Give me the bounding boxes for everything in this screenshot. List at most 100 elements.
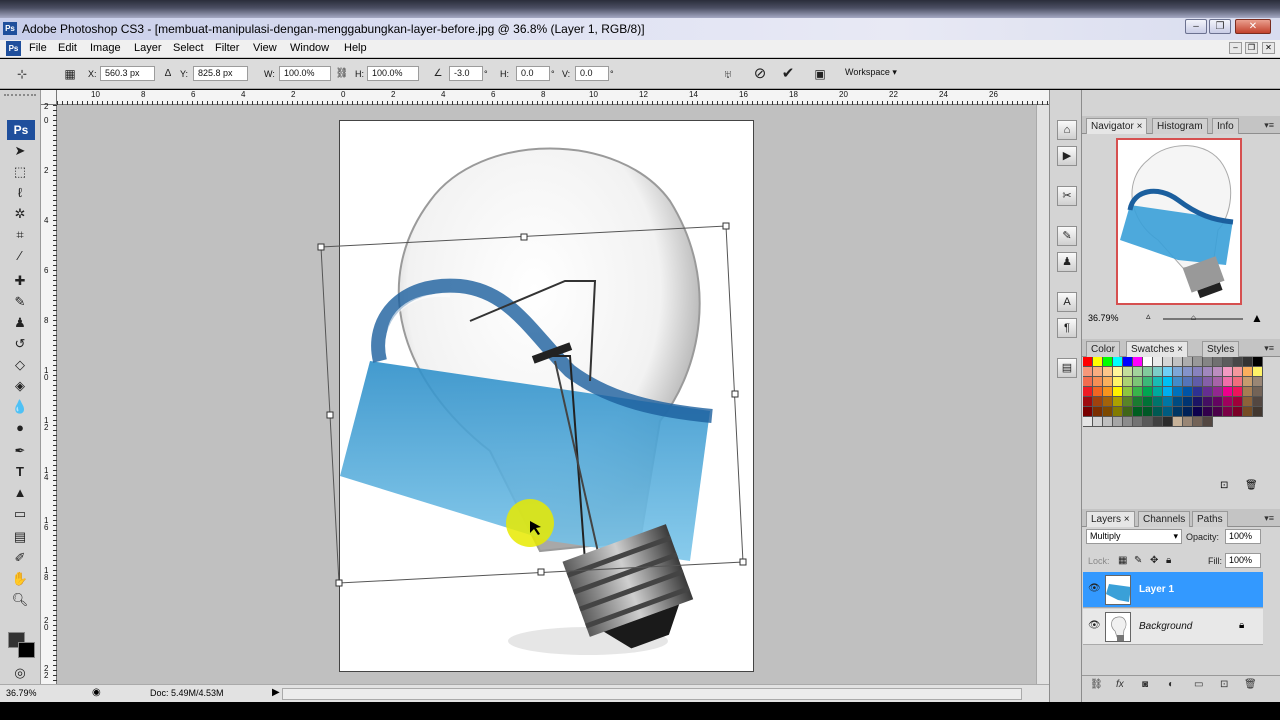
- color-swatch[interactable]: [1093, 417, 1103, 427]
- color-swatch[interactable]: [1083, 357, 1093, 367]
- color-swatch[interactable]: [1193, 417, 1203, 427]
- layer-name[interactable]: Background: [1139, 621, 1192, 632]
- color-swatch[interactable]: [1153, 367, 1163, 377]
- color-swatch[interactable]: [1133, 397, 1143, 407]
- color-swatch[interactable]: [1093, 367, 1103, 377]
- color-swatch[interactable]: [1233, 357, 1243, 367]
- color-swatch[interactable]: [1203, 407, 1213, 417]
- color-swatch[interactable]: [1203, 377, 1213, 387]
- color-swatch[interactable]: [1223, 367, 1233, 377]
- color-swatch[interactable]: [1123, 407, 1133, 417]
- color-swatch[interactable]: [1153, 357, 1163, 367]
- color-swatch[interactable]: [1113, 377, 1123, 387]
- color-swatch[interactable]: [1203, 397, 1213, 407]
- color-swatch[interactable]: [1153, 397, 1163, 407]
- layer-style-icon[interactable]: fx: [1116, 679, 1124, 690]
- lock-transparency-icon[interactable]: ▦: [1118, 555, 1127, 566]
- color-swatch[interactable]: [1103, 357, 1113, 367]
- transform-handle[interactable]: [317, 243, 325, 251]
- color-swatch[interactable]: [1163, 377, 1173, 387]
- color-swatch[interactable]: [1253, 407, 1263, 417]
- transform-handle[interactable]: [722, 222, 730, 230]
- color-swatch[interactable]: [1253, 397, 1263, 407]
- navigator-zoom-value[interactable]: 36.79%: [1088, 313, 1119, 323]
- color-swatch[interactable]: [1093, 357, 1103, 367]
- color-swatch[interactable]: [1163, 417, 1173, 427]
- transform-handle[interactable]: [520, 233, 528, 241]
- color-swatch[interactable]: [1253, 377, 1263, 387]
- color-swatch[interactable]: [1183, 397, 1193, 407]
- color-swatch[interactable]: [1173, 397, 1183, 407]
- zoom-slider-thumb[interactable]: ⌂: [1191, 313, 1196, 322]
- color-swatch[interactable]: [1103, 387, 1113, 397]
- vertical-scrollbar[interactable]: [1036, 105, 1049, 684]
- color-swatch[interactable]: [1083, 397, 1093, 407]
- color-swatch[interactable]: [1183, 417, 1193, 427]
- delete-swatch-icon[interactable]: 🗑︎: [1245, 480, 1258, 491]
- color-swatch[interactable]: [1213, 367, 1223, 377]
- lock-position-icon[interactable]: ✥: [1150, 555, 1158, 566]
- color-swatch[interactable]: [1083, 407, 1093, 417]
- color-swatch[interactable]: [1173, 387, 1183, 397]
- visibility-eye-icon[interactable]: 👁︎: [1088, 621, 1102, 631]
- transform-handle[interactable]: [335, 579, 343, 587]
- color-swatch[interactable]: [1243, 357, 1253, 367]
- color-swatch[interactable]: [1133, 387, 1143, 397]
- layer-row-background[interactable]: 👁︎ Background 🔒︎: [1083, 609, 1263, 645]
- color-swatch[interactable]: [1243, 397, 1253, 407]
- link-layers-icon[interactable]: ⛓: [1090, 679, 1103, 690]
- color-swatch[interactable]: [1193, 357, 1203, 367]
- color-swatch[interactable]: [1243, 407, 1253, 417]
- zoom-level-field[interactable]: 36.79%: [6, 688, 86, 700]
- color-swatch[interactable]: [1143, 367, 1153, 377]
- color-swatch[interactable]: [1103, 417, 1113, 427]
- color-swatch[interactable]: [1223, 407, 1233, 417]
- color-swatch[interactable]: [1103, 367, 1113, 377]
- color-swatch[interactable]: [1113, 397, 1123, 407]
- color-swatch[interactable]: [1233, 397, 1243, 407]
- color-swatch[interactable]: [1103, 397, 1113, 407]
- color-swatch[interactable]: [1153, 407, 1163, 417]
- panel-menu-icon[interactable]: ▾≡: [1264, 343, 1274, 354]
- tab-histogram[interactable]: Histogram: [1152, 118, 1208, 134]
- color-swatch[interactable]: [1103, 407, 1113, 417]
- color-swatch[interactable]: [1123, 397, 1133, 407]
- color-swatch[interactable]: [1173, 417, 1183, 427]
- color-swatch[interactable]: [1093, 407, 1103, 417]
- color-swatch[interactable]: [1113, 387, 1123, 397]
- color-swatch[interactable]: [1183, 387, 1193, 397]
- color-swatch[interactable]: [1123, 387, 1133, 397]
- color-swatch[interactable]: [1113, 367, 1123, 377]
- color-swatch[interactable]: [1143, 417, 1153, 427]
- tab-navigator[interactable]: Navigator ×: [1086, 118, 1148, 134]
- color-swatch[interactable]: [1163, 357, 1173, 367]
- color-swatch[interactable]: [1223, 357, 1233, 367]
- color-swatch[interactable]: [1083, 417, 1093, 427]
- color-swatch[interactable]: [1123, 357, 1133, 367]
- zoom-in-icon[interactable]: ▲: [1251, 311, 1263, 325]
- color-swatch[interactable]: [1203, 417, 1213, 427]
- tool-presets-icon[interactable]: ✂: [1057, 186, 1077, 206]
- color-swatch[interactable]: [1213, 377, 1223, 387]
- status-menu-arrow-icon[interactable]: ▶: [272, 687, 280, 698]
- color-swatch[interactable]: [1203, 357, 1213, 367]
- character-panel-icon[interactable]: A: [1057, 292, 1077, 312]
- color-swatch[interactable]: [1163, 407, 1173, 417]
- color-swatch[interactable]: [1193, 397, 1203, 407]
- layer-row-layer-1[interactable]: 👁︎ Layer 1: [1083, 572, 1263, 608]
- color-swatch[interactable]: [1213, 407, 1223, 417]
- color-swatch[interactable]: [1233, 377, 1243, 387]
- color-swatch[interactable]: [1243, 387, 1253, 397]
- color-swatch[interactable]: [1193, 387, 1203, 397]
- tab-styles[interactable]: Styles: [1202, 341, 1240, 357]
- zoom-out-icon[interactable]: ▵: [1146, 311, 1151, 322]
- color-swatch[interactable]: [1143, 387, 1153, 397]
- color-swatch[interactable]: [1143, 377, 1153, 387]
- panel-menu-icon[interactable]: ▾≡: [1264, 513, 1274, 524]
- color-swatch[interactable]: [1213, 397, 1223, 407]
- lock-pixels-icon[interactable]: ✎: [1134, 555, 1142, 566]
- color-swatch[interactable]: [1183, 407, 1193, 417]
- color-swatch[interactable]: [1173, 357, 1183, 367]
- color-swatch[interactable]: [1213, 387, 1223, 397]
- transform-handle[interactable]: [739, 558, 747, 566]
